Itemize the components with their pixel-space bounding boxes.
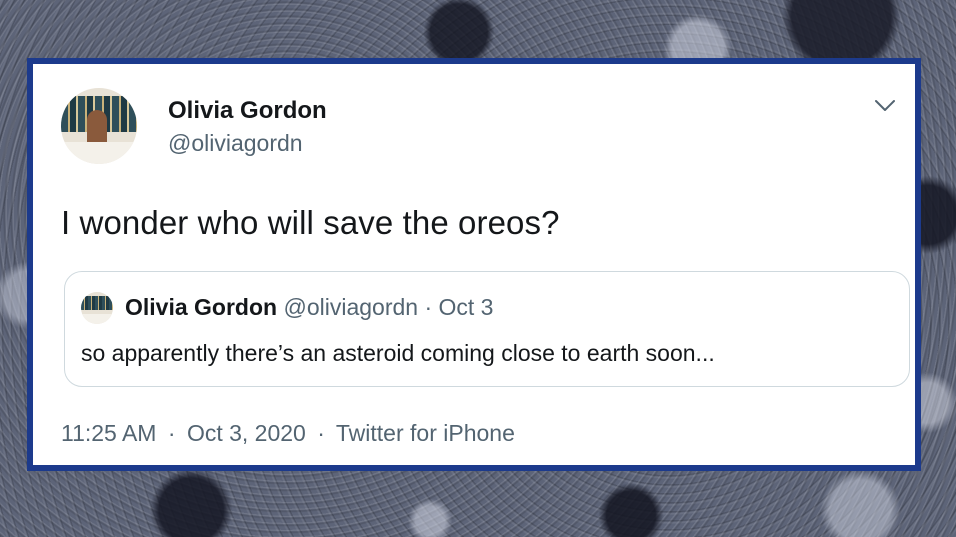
avatar-desk	[61, 142, 137, 164]
quoted-date[interactable]: Oct 3	[439, 294, 494, 320]
avatar-desk	[81, 314, 113, 324]
chevron-down-icon[interactable]	[873, 98, 897, 114]
author-name[interactable]: Olivia Gordon	[168, 97, 327, 125]
author-avatar[interactable]	[61, 88, 137, 164]
quoted-tweet-text: so apparently there’s an asteroid coming…	[81, 340, 715, 366]
quoted-author-handle[interactable]: @oliviagordn	[283, 294, 418, 320]
tweet-card: Olivia Gordon @oliviagordn I wonder who …	[27, 58, 921, 471]
tweet-footer: 11:25 AM · Oct 3, 2020 · Twitter for iPh…	[61, 420, 515, 447]
avatar-bookshelf	[81, 296, 113, 310]
quoted-tweet[interactable]: Olivia Gordon @oliviagordn · Oct 3 so ap…	[64, 271, 910, 387]
tweet-source[interactable]: Twitter for iPhone	[336, 420, 515, 446]
tweet-header: Olivia Gordon @oliviagordn	[33, 64, 915, 174]
footer-separator: ·	[167, 420, 176, 446]
footer-separator: ·	[317, 420, 325, 446]
screenshot: { "tweet": { "author_name": "Olivia Gord…	[0, 0, 956, 537]
quoted-tweet-header: Olivia Gordon @oliviagordn · Oct 3	[125, 294, 493, 321]
tweet-date[interactable]: Oct 3, 2020	[187, 420, 306, 446]
quoted-separator: ·	[424, 294, 433, 320]
quoted-author-avatar[interactable]	[81, 292, 113, 324]
quoted-author-name[interactable]: Olivia Gordon	[125, 294, 277, 320]
tweet-text: I wonder who will save the oreos?	[61, 204, 560, 241]
tweet-time[interactable]: 11:25 AM	[61, 420, 156, 446]
author-handle[interactable]: @oliviagordn	[168, 130, 303, 157]
